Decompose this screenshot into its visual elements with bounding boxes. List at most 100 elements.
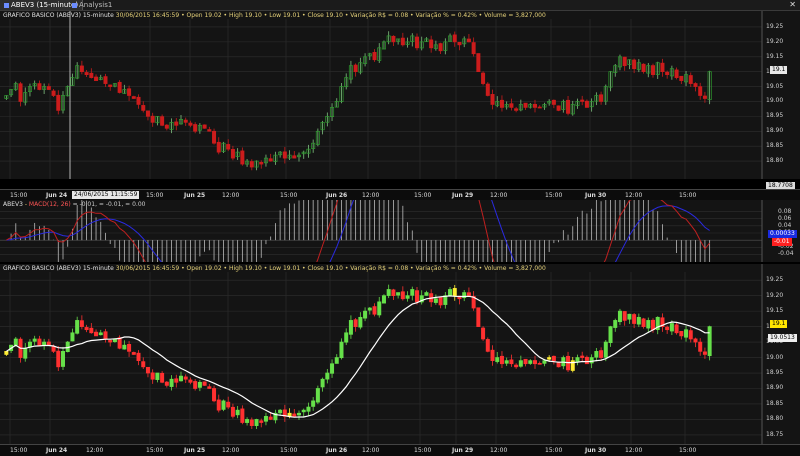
candle-body bbox=[56, 350, 61, 368]
candle-body bbox=[353, 64, 358, 73]
candle-body bbox=[386, 289, 391, 296]
y-tick-label: 19.00 bbox=[766, 353, 784, 361]
candle-body bbox=[429, 39, 434, 49]
x-label: 15:00 bbox=[280, 192, 298, 199]
candle-body bbox=[584, 100, 589, 108]
candle-body bbox=[485, 339, 490, 352]
candle-body bbox=[259, 420, 264, 423]
candle-body bbox=[608, 326, 613, 344]
x-label: 15:00 bbox=[146, 447, 164, 454]
candle-body bbox=[155, 372, 160, 380]
candle-body bbox=[707, 326, 712, 357]
x-label: Jun 24 bbox=[46, 447, 68, 454]
candle-body bbox=[292, 413, 297, 417]
candle-body bbox=[433, 298, 438, 303]
x-label: Jun 26 bbox=[326, 192, 348, 199]
candle-body bbox=[452, 34, 457, 43]
candle-body bbox=[613, 320, 618, 328]
y-tick-label: 18.80 bbox=[766, 415, 784, 423]
candle-body bbox=[188, 379, 193, 383]
x-label: Jun 25 bbox=[184, 447, 206, 454]
candle-body bbox=[702, 95, 707, 99]
candle-body bbox=[245, 419, 250, 423]
candle-body bbox=[518, 360, 523, 367]
candle-body bbox=[169, 378, 174, 387]
x-label: Jun 30 bbox=[585, 192, 607, 199]
candle-body bbox=[603, 341, 608, 358]
macd-signal-tag: -0.01 bbox=[772, 238, 792, 246]
close-icon[interactable]: ✕ bbox=[789, 0, 796, 10]
x-label: Jun 29 bbox=[452, 192, 474, 199]
x-label: 12:00 bbox=[86, 447, 104, 454]
candle-body bbox=[693, 83, 698, 87]
candle-body bbox=[339, 341, 344, 359]
candle-body bbox=[79, 320, 84, 327]
candle-body bbox=[197, 381, 202, 388]
candle-body bbox=[466, 38, 471, 43]
crosshair-time-tooltip: 24/06/2015 11:15:59 bbox=[72, 191, 140, 199]
candle-body bbox=[509, 103, 514, 108]
candle-body bbox=[556, 361, 561, 368]
candle-body bbox=[18, 83, 23, 102]
candle-body bbox=[4, 351, 9, 355]
x-label: Jun 30 bbox=[585, 447, 607, 454]
candle-body bbox=[589, 357, 594, 364]
candle-body bbox=[145, 366, 150, 374]
candle-body bbox=[514, 108, 519, 111]
candle-body bbox=[556, 105, 561, 111]
candle-body bbox=[452, 288, 457, 297]
candle-body bbox=[622, 311, 627, 321]
candle-body bbox=[646, 320, 651, 329]
candle-body bbox=[632, 59, 637, 70]
candle-body bbox=[136, 352, 141, 361]
x-label: 12:00 bbox=[490, 447, 508, 454]
y-tick-label: 18.90 bbox=[766, 127, 784, 135]
x-label: 15:00 bbox=[414, 447, 432, 454]
candle-body bbox=[438, 297, 443, 306]
candle-body bbox=[650, 65, 656, 75]
candle-body bbox=[315, 388, 320, 403]
candle-body bbox=[122, 344, 127, 350]
candle-body bbox=[131, 96, 136, 99]
macd-chart[interactable] bbox=[0, 200, 800, 262]
x-label: 15:00 bbox=[10, 447, 28, 454]
candle-body bbox=[174, 121, 179, 126]
x-label: 15:00 bbox=[414, 192, 432, 199]
candle-body bbox=[193, 381, 198, 389]
candle-body bbox=[306, 406, 311, 412]
candle-body bbox=[650, 319, 656, 331]
macd-line bbox=[6, 200, 710, 262]
candle-body bbox=[249, 161, 254, 168]
candle-body bbox=[679, 75, 684, 81]
candle-body bbox=[108, 340, 113, 343]
candle-body bbox=[301, 409, 306, 413]
candle-body bbox=[259, 161, 264, 165]
tab-analysis1[interactable]: Analysis1 bbox=[68, 0, 116, 10]
candle-body bbox=[523, 358, 528, 365]
candle-body bbox=[240, 408, 245, 423]
y-tick-label: 19.20 bbox=[766, 291, 784, 299]
candle-body bbox=[51, 346, 56, 352]
x-label: Jun 25 bbox=[184, 192, 206, 199]
candle-body bbox=[665, 326, 670, 331]
y-tick-label: -0.04 bbox=[778, 250, 794, 258]
x-label: 15:00 bbox=[146, 192, 164, 199]
candle-body bbox=[580, 355, 585, 358]
candle-body bbox=[150, 115, 155, 123]
candle-body bbox=[263, 415, 268, 422]
candle-body bbox=[499, 355, 504, 365]
candle-body bbox=[660, 62, 665, 73]
candle-body bbox=[599, 94, 604, 102]
bottom-price-chart[interactable] bbox=[0, 264, 800, 444]
candle-body bbox=[79, 65, 84, 73]
candle-body bbox=[391, 35, 396, 43]
y-tick-label: 0.04 bbox=[778, 221, 792, 229]
candle-body bbox=[537, 362, 542, 365]
candle-body bbox=[490, 349, 495, 361]
x-label: 15:00 bbox=[679, 192, 697, 199]
x-label: 15:00 bbox=[679, 447, 697, 454]
candle-body bbox=[674, 324, 679, 334]
candle-body bbox=[178, 375, 184, 382]
top-price-chart[interactable] bbox=[0, 11, 800, 179]
candle-body bbox=[282, 151, 287, 159]
